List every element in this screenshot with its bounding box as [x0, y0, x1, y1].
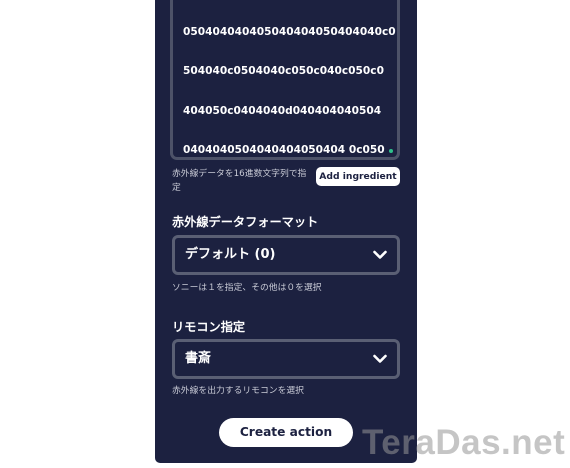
- chevron-down-icon: [373, 250, 387, 259]
- format-label: 赤外線データフォーマット: [172, 215, 319, 229]
- ir-data-hint: 赤外線データを16進数文字列で指定: [172, 169, 307, 193]
- remote-select[interactable]: 書斎: [172, 339, 400, 379]
- hex-line: 504040c0504040c050c040c050c0: [183, 65, 384, 78]
- format-select[interactable]: デフォルト (0): [172, 235, 400, 275]
- remote-hint: 赤外線を出力するリモコンを選択: [172, 386, 304, 396]
- create-action-button[interactable]: Create action: [219, 418, 353, 447]
- format-hint: ソニーは１を指定、その他は０を選択: [172, 283, 322, 293]
- resize-handle-icon[interactable]: [389, 149, 393, 153]
- chevron-down-icon: [373, 354, 387, 363]
- remote-label: リモコン指定: [172, 320, 246, 334]
- remote-select-value: 書斎: [185, 351, 212, 366]
- hex-line: 404050c0404040d040404040504: [183, 104, 382, 117]
- ir-data-value[interactable]: 050404040405040404050404040c0 504040c050…: [173, 0, 397, 157]
- add-ingredient-button[interactable]: Add ingredient: [316, 167, 400, 186]
- format-select-value: デフォルト (0): [185, 247, 276, 262]
- hex-line: 050404040405040404050404040c0: [183, 26, 396, 39]
- applet-action-panel: 050404040405040404050404040c0 504040c050…: [155, 0, 417, 463]
- watermark: TeraDas.net: [362, 423, 566, 462]
- hex-line: 0404040504040404050404 0c050: [183, 144, 385, 157]
- ir-data-textarea[interactable]: 050404040405040404050404040c0 504040c050…: [170, 0, 400, 160]
